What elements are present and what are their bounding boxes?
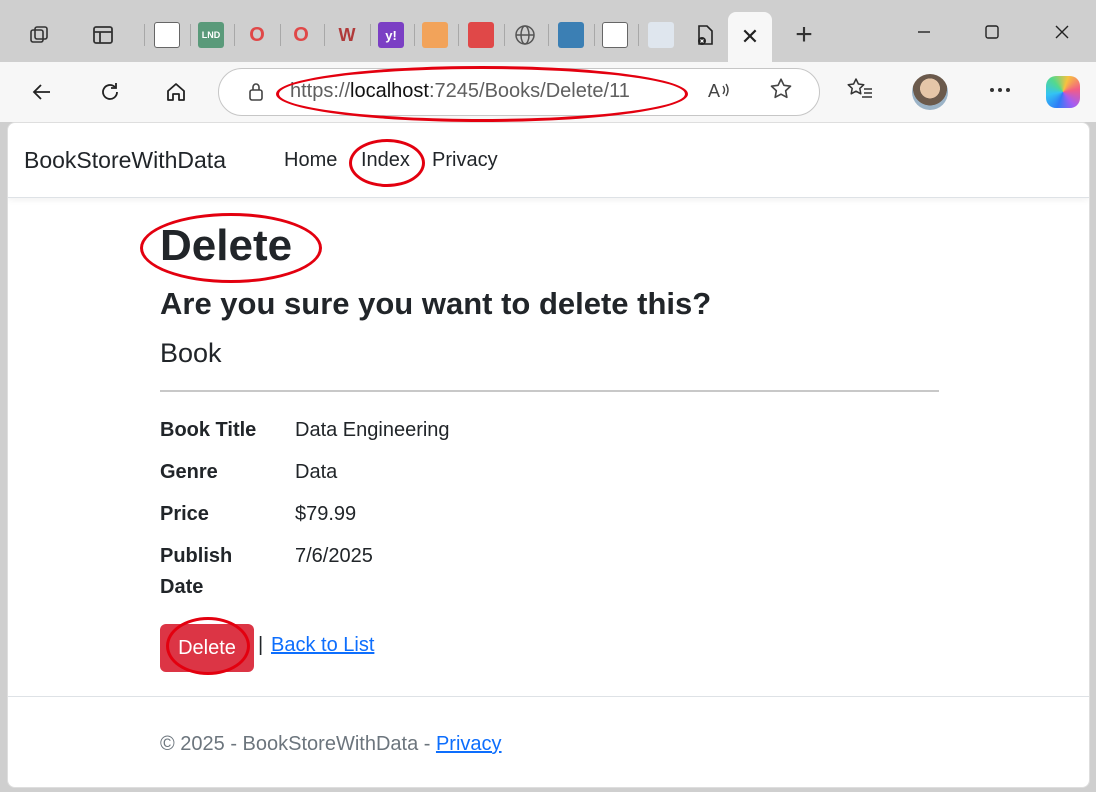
tab-separator	[190, 24, 191, 46]
tab-separator	[144, 24, 145, 46]
tab-opera-icon[interactable]: O	[244, 22, 270, 48]
entity-heading: Book	[160, 338, 222, 368]
read-aloud-icon[interactable]: A	[708, 78, 734, 108]
field-label-genre: Genre	[160, 461, 218, 483]
index-annotation-circle	[349, 139, 425, 187]
link-separator: |	[258, 634, 264, 656]
nav-link-privacy[interactable]: Privacy	[432, 149, 498, 172]
tab-actions-icon[interactable]	[26, 22, 52, 48]
maximize-button[interactable]	[972, 14, 1012, 50]
refresh-button[interactable]	[90, 72, 130, 112]
title-annotation-circle	[140, 213, 322, 283]
tab-separator	[594, 24, 595, 46]
field-value-genre: Data	[295, 461, 338, 483]
refresh-icon	[102, 83, 118, 100]
back-icon	[32, 84, 50, 100]
tab-document-icon[interactable]	[648, 22, 674, 48]
active-tab-close-button[interactable]: ✕	[728, 12, 772, 62]
close-window-button[interactable]	[1042, 14, 1082, 50]
vertical-tabs-icon[interactable]	[90, 22, 116, 48]
home-button[interactable]	[156, 72, 196, 112]
tab-document-error-icon[interactable]	[692, 22, 718, 48]
tab-separator	[504, 24, 505, 46]
site-navbar: BookStoreWithData Home Index Privacy	[8, 123, 1089, 198]
tab-globe-icon[interactable]	[512, 22, 538, 48]
url-annotation-circle	[276, 66, 688, 122]
tab-separator	[414, 24, 415, 46]
field-label-price: Price	[160, 503, 209, 525]
tab-favicon-icon[interactable]	[154, 22, 180, 48]
tab-separator	[458, 24, 459, 46]
tab-opera-icon[interactable]: O	[288, 22, 314, 48]
tab-favicon-icon[interactable]: LND	[198, 22, 224, 48]
tab-separator	[370, 24, 371, 46]
web-page: BookStoreWithData Home Index Privacy Del…	[7, 122, 1090, 788]
tab-separator	[234, 24, 235, 46]
field-value-price: $79.99	[295, 503, 357, 525]
confirm-question: Are you sure you want to delete this?	[160, 286, 712, 321]
field-label-title: Book Title	[160, 419, 257, 441]
field-label-publish-line1: Publish	[160, 545, 233, 567]
field-label-publish-date: Publish Date	[160, 541, 232, 603]
footer-privacy-link[interactable]: Privacy	[436, 733, 502, 755]
back-to-list-link[interactable]: Back to List	[271, 634, 374, 657]
divider	[160, 390, 939, 392]
favorites-icon[interactable]	[846, 76, 874, 108]
browser-window: LND O O W y! ✕ + https://localhost:7245/…	[0, 0, 1096, 792]
tab-separator	[324, 24, 325, 46]
site-brand[interactable]: BookStoreWithData	[24, 147, 226, 174]
footer-copyright: © 2025 - BookStoreWithData -	[160, 733, 436, 755]
profile-avatar[interactable]	[912, 74, 948, 110]
tab-separator	[280, 24, 281, 46]
svg-text:A: A	[708, 81, 720, 101]
tab-separator	[548, 24, 549, 46]
tab-favicon-icon[interactable]	[422, 22, 448, 48]
footer-text: © 2025 - BookStoreWithData - Privacy	[160, 733, 502, 756]
lock-icon[interactable]	[244, 80, 268, 104]
tab-favicon-icon[interactable]: W	[334, 22, 360, 48]
copilot-icon[interactable]	[1046, 76, 1080, 108]
more-icon[interactable]	[986, 76, 1014, 107]
minimize-button[interactable]	[904, 14, 944, 50]
tab-yahoo-icon[interactable]: y!	[378, 22, 404, 48]
favorite-star-icon[interactable]	[768, 76, 794, 109]
field-value-publish-date: 7/6/2025	[295, 545, 373, 567]
back-button[interactable]	[22, 72, 62, 112]
delete-annotation-circle	[166, 617, 250, 675]
field-value-title: Data Engineering	[295, 419, 450, 441]
tab-favicon-icon[interactable]	[602, 22, 628, 48]
tab-separator	[638, 24, 639, 46]
tab-strip: LND O O W y! ✕ +	[0, 0, 1096, 62]
close-icon[interactable]: ✕	[741, 24, 759, 50]
new-tab-button[interactable]: +	[788, 20, 820, 52]
home-icon	[167, 83, 185, 101]
nav-link-home[interactable]: Home	[284, 149, 337, 172]
field-label-publish-line2: Date	[160, 576, 204, 598]
tab-favicon-icon[interactable]	[468, 22, 494, 48]
tab-favicon-icon[interactable]	[558, 22, 584, 48]
